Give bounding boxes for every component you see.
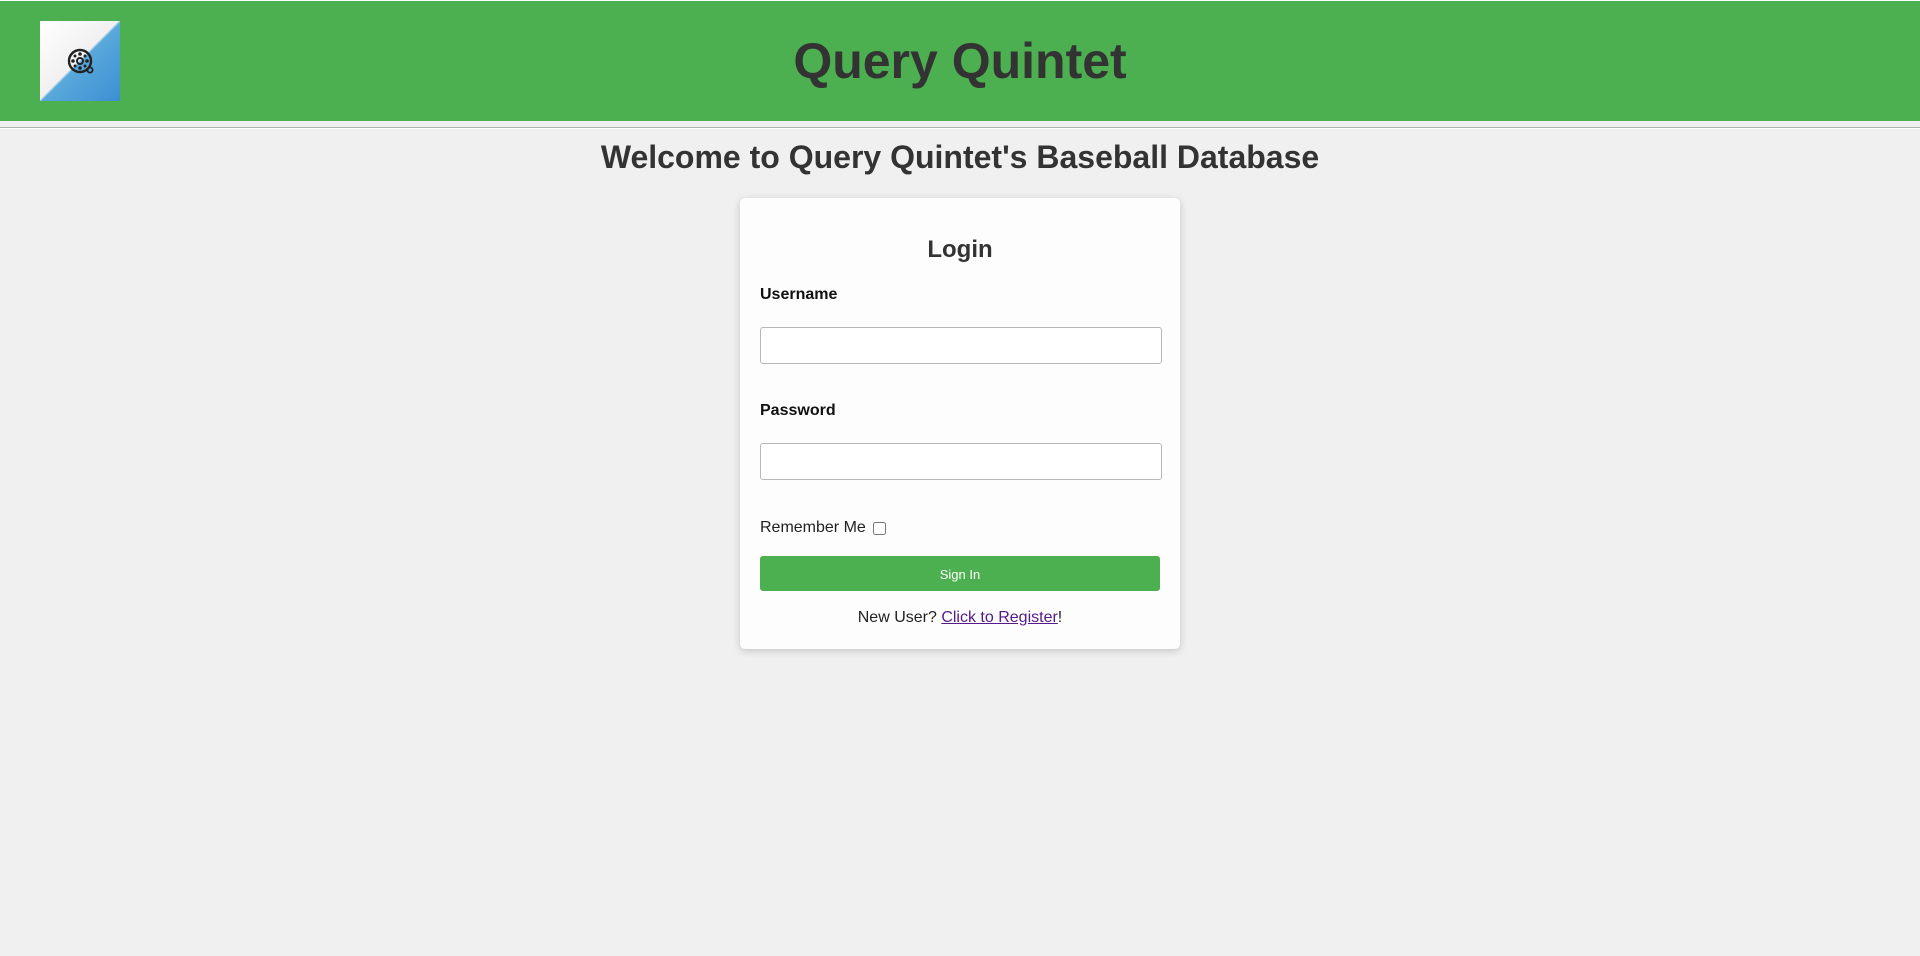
header-divider — [0, 127, 1920, 129]
site-header: Query Quintet — [0, 0, 1920, 121]
sign-in-button[interactable]: Sign In — [760, 556, 1160, 591]
login-title: Login — [927, 236, 993, 263]
welcome-heading: Welcome to Query Quintet's Baseball Data… — [600, 139, 1320, 175]
username-input[interactable] — [760, 327, 1162, 364]
new-user-text: New User? — [857, 609, 942, 626]
remember-me-row: Remember Me — [760, 518, 886, 538]
login-card: Login Username Password Remember Me Sign… — [740, 198, 1180, 649]
register-prompt: New User? Click to Register! — [740, 608, 1180, 628]
password-label: Password — [760, 402, 836, 419]
site-title: Query Quintet — [793, 33, 1127, 89]
remember-me-checkbox[interactable] — [872, 521, 886, 535]
remember-me-label: Remember Me — [760, 519, 866, 536]
register-link[interactable]: Click to Register — [941, 609, 1057, 626]
register-suffix: ! — [1057, 609, 1063, 626]
password-input[interactable] — [760, 443, 1162, 480]
username-label: Username — [760, 286, 838, 303]
